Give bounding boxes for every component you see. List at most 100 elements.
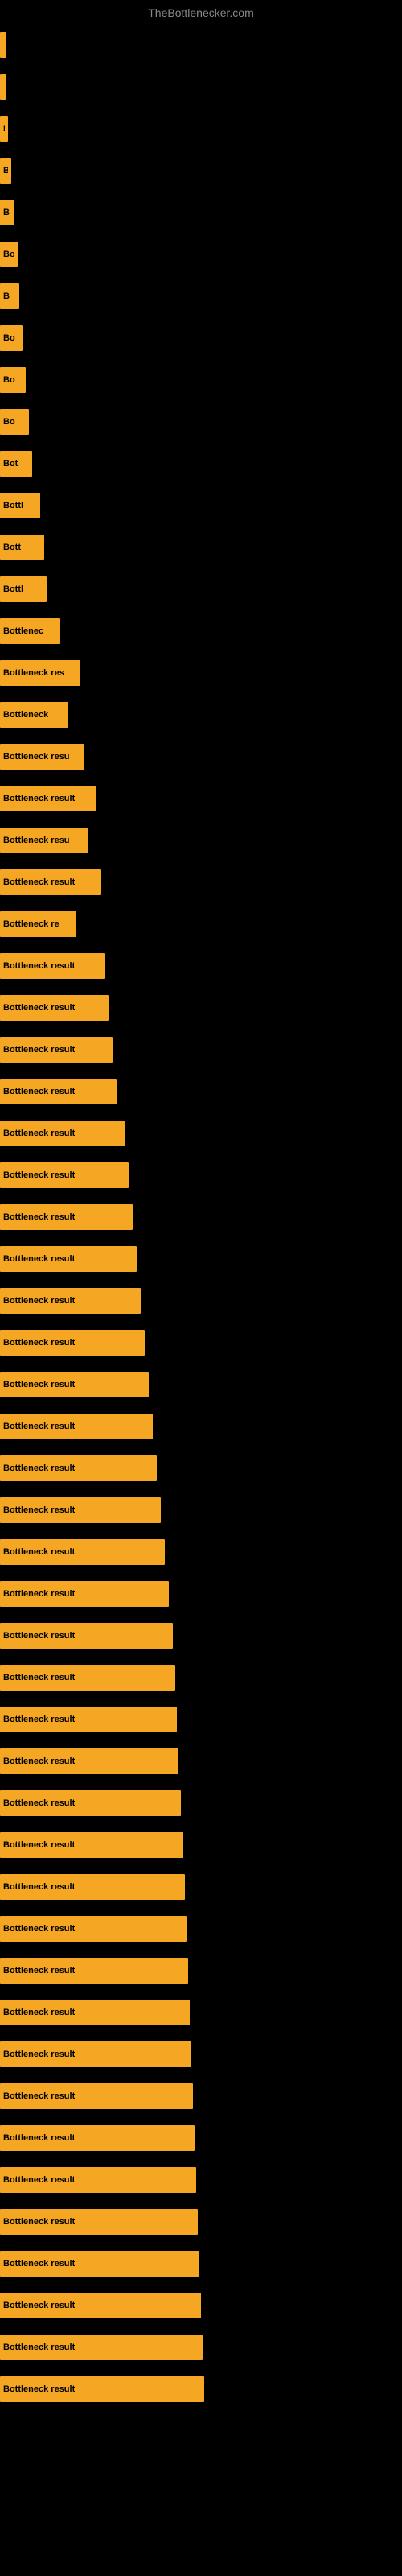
bar-row: Bottleneck result: [0, 1196, 402, 1238]
bar-label: Bottleneck result: [3, 877, 75, 887]
bar-row: Bottleneck result: [0, 945, 402, 987]
bar-label: Bottleneck result: [3, 961, 75, 971]
bar: Bo: [0, 242, 18, 267]
bar-label: Bottleneck result: [3, 1003, 75, 1013]
bar-row: Bottleneck result: [0, 1531, 402, 1573]
bar-row: Bo: [0, 233, 402, 275]
bar: Bottl: [0, 576, 47, 602]
bar: [0, 32, 6, 58]
bar-row: [0, 24, 402, 66]
bar-row: B: [0, 150, 402, 192]
bar: Bot: [0, 451, 32, 477]
bar-row: Bottlenec: [0, 610, 402, 652]
bar: Bottleneck resu: [0, 744, 84, 770]
bar: Bottleneck result: [0, 995, 109, 1021]
bar-label: Bottl: [3, 501, 23, 510]
bar-label: Bottleneck: [3, 710, 48, 720]
bar-row: Bo: [0, 401, 402, 443]
bar-row: Bottleneck result: [0, 1154, 402, 1196]
bar: Bottleneck result: [0, 2167, 196, 2193]
bar: Bottleneck result: [0, 1958, 188, 1984]
bar-label: Bottleneck result: [3, 1129, 75, 1138]
bar-label: Bottleneck result: [3, 1966, 75, 1975]
bar: Bottl: [0, 493, 40, 518]
bar-row: B: [0, 192, 402, 233]
bar-label: Bottleneck result: [3, 1212, 75, 1222]
bar: Bottleneck result: [0, 1414, 153, 1439]
bar: Bottleneck result: [0, 1874, 185, 1900]
bar-row: Bottleneck result: [0, 1113, 402, 1154]
bar: Bottleneck result: [0, 1162, 129, 1188]
bar: Bottleneck result: [0, 2041, 191, 2067]
bar-row: Bottleneck result: [0, 2201, 402, 2243]
bar-row: Bottleneck result: [0, 1447, 402, 1489]
bar-row: Bottleneck result: [0, 1322, 402, 1364]
bar-label: Bo: [3, 250, 14, 259]
bar: Bottleneck result: [0, 1079, 117, 1104]
bar-label: Bottleneck result: [3, 1757, 75, 1766]
bar: Bottleneck result: [0, 1121, 125, 1146]
bar: Bottleneck result: [0, 1832, 183, 1858]
bars-container: EBBBoBBoBoBoBotBottlBottBottlBottlenecBo…: [0, 24, 402, 2410]
bar-label: Bottleneck result: [3, 2301, 75, 2310]
bar-label: Bottl: [3, 584, 23, 594]
bar-label: Bottleneck result: [3, 1087, 75, 1096]
bar: Bottleneck result: [0, 1665, 175, 1690]
bar-label: Bottleneck result: [3, 1882, 75, 1892]
bar: Bottleneck result: [0, 1748, 178, 1774]
bar: Bottleneck result: [0, 2376, 204, 2402]
bar: Bottleneck: [0, 702, 68, 728]
bar-label: Bottleneck result: [3, 1840, 75, 1850]
bar: Bottleneck result: [0, 1581, 169, 1607]
bar-label: Bottleneck result: [3, 1380, 75, 1389]
bar-row: E: [0, 108, 402, 150]
bar-row: [0, 66, 402, 108]
bar-row: Bottleneck result: [0, 2285, 402, 2326]
bar-label: Bottleneck result: [3, 1798, 75, 1808]
bar-row: Bot: [0, 443, 402, 485]
bar-row: Bottleneck result: [0, 1866, 402, 1908]
bar: [0, 74, 6, 100]
bar: Bottleneck result: [0, 2125, 195, 2151]
bar-row: Bottleneck result: [0, 2075, 402, 2117]
bar-row: Bottleneck result: [0, 1950, 402, 1992]
bar-label: Bo: [3, 417, 15, 427]
bar: Bottlenec: [0, 618, 60, 644]
bar: B: [0, 158, 11, 184]
bar-row: Bott: [0, 526, 402, 568]
bar: Bottleneck result: [0, 2293, 201, 2318]
bar-row: Bottleneck result: [0, 2368, 402, 2410]
bar-row: Bo: [0, 317, 402, 359]
bar-row: Bottleneck result: [0, 1782, 402, 1824]
bar-row: Bottleneck result: [0, 1364, 402, 1406]
bar-label: Bottleneck result: [3, 1045, 75, 1055]
bar-label: Bot: [3, 459, 18, 469]
bar-label: Bottleneck result: [3, 2091, 75, 2101]
bar: Bottleneck result: [0, 953, 105, 979]
bar: B: [0, 200, 14, 225]
bar-label: Bottleneck result: [3, 2133, 75, 2143]
bar: Bottleneck result: [0, 1707, 177, 1732]
bar: Bottleneck result: [0, 1372, 149, 1397]
bar: Bottleneck result: [0, 1037, 113, 1063]
bar-label: Bottleneck result: [3, 1463, 75, 1473]
bar-row: Bottleneck result: [0, 1071, 402, 1113]
bar-label: Bottleneck result: [3, 2259, 75, 2268]
bar-row: Bottleneck resu: [0, 736, 402, 778]
bar-label: Bottleneck result: [3, 1547, 75, 1557]
bar: Bottleneck result: [0, 1623, 173, 1649]
bar: E: [0, 116, 8, 142]
bar-row: Bottleneck result: [0, 2033, 402, 2075]
bar-row: Bottleneck result: [0, 1740, 402, 1782]
bar: Bottleneck result: [0, 1330, 145, 1356]
bar-label: B: [3, 208, 10, 217]
bar-label: Bottleneck result: [3, 1673, 75, 1682]
bar-row: Bottleneck result: [0, 1824, 402, 1866]
bar-label: Bottleneck result: [3, 2050, 75, 2059]
bar-row: Bottleneck result: [0, 1489, 402, 1531]
bar: Bo: [0, 367, 26, 393]
bar-label: Bottleneck result: [3, 1338, 75, 1348]
bar-label: E: [3, 124, 5, 134]
bar-label: Bottleneck result: [3, 1924, 75, 1934]
bar: Bottleneck result: [0, 2209, 198, 2235]
